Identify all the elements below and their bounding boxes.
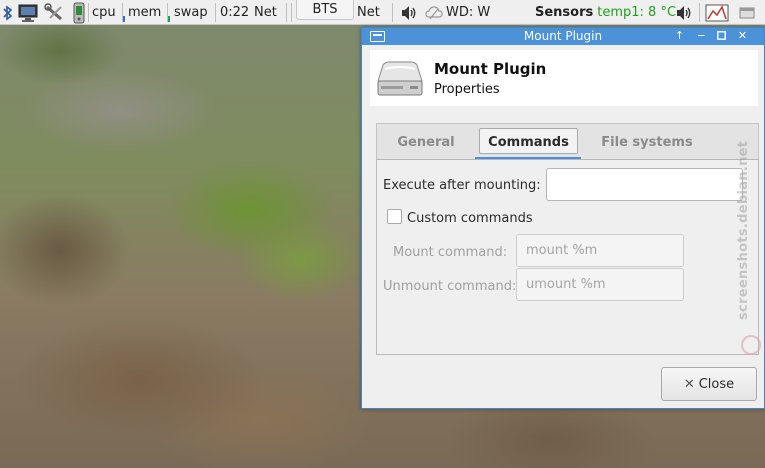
bts-label: BTS — [312, 2, 338, 17]
mount-command-input[interactable]: mount %m — [516, 234, 684, 267]
swap-graph — [168, 16, 170, 22]
tab-notebook: General Commands File systems Execute af… — [376, 123, 759, 355]
phone-icon[interactable] — [72, 0, 86, 25]
volume-icon-2[interactable] — [675, 0, 693, 25]
panel-separator — [215, 3, 216, 22]
mem-label: mem — [128, 5, 162, 20]
mem-graph — [123, 16, 125, 22]
close-button-label: Close — [698, 376, 735, 392]
weather-icon[interactable] — [425, 0, 443, 25]
panel-separator — [291, 3, 292, 22]
weather-label: WD: W — [446, 5, 491, 20]
harddisk-icon — [377, 61, 423, 96]
chart-app-icon[interactable] — [705, 0, 729, 25]
watermark-text: screenshots.debian.net — [736, 141, 751, 320]
mem-monitor[interactable]: mem — [126, 0, 163, 25]
header-title: Mount Plugin — [434, 60, 547, 78]
cpu-label: cpu — [92, 5, 116, 20]
mount-plugin-dialog: Mount Plugin ↑ − ✕ Mount Plugin Properti… — [361, 27, 765, 409]
clock[interactable]: 0:22 — [218, 0, 251, 25]
tab-general[interactable]: General — [383, 124, 469, 160]
net-label: Net — [254, 5, 277, 20]
bluetooth-icon[interactable] — [2, 0, 14, 25]
panel-separator — [699, 3, 700, 22]
unmount-command-label: Unmount command: — [383, 279, 517, 294]
net-monitor[interactable]: Net — [252, 0, 279, 25]
panel-separator — [392, 3, 393, 22]
shade-icon[interactable]: ↑ — [672, 29, 687, 43]
sensor-reading: temp1: 8 °C — [597, 5, 677, 20]
close-x-icon: ✕ — [683, 376, 695, 392]
mount-command-label: Mount command: — [393, 245, 508, 260]
sensors-label: Sensors — [535, 5, 594, 20]
tab-commands[interactable]: Commands — [479, 124, 578, 160]
tab-strip: General Commands File systems — [376, 123, 759, 160]
watermark-logo — [741, 335, 761, 355]
computer-icon[interactable] — [16, 0, 42, 25]
close-icon[interactable]: ✕ — [735, 29, 750, 43]
tools-icon[interactable] — [44, 0, 66, 25]
swap-label: swap — [174, 5, 208, 20]
panel-separator — [286, 3, 287, 22]
net-label-2: Net — [357, 5, 380, 20]
dialog-header: Mount Plugin Properties — [370, 50, 758, 106]
bts-button[interactable]: BTS — [296, 0, 354, 20]
execute-after-mounting-input[interactable] — [546, 168, 743, 201]
titlebar[interactable]: Mount Plugin ↑ − ✕ — [362, 28, 764, 45]
minimize-icon[interactable]: − — [694, 29, 709, 43]
execute-after-mounting-label: Execute after mounting: — [383, 178, 541, 193]
swap-monitor[interactable]: swap — [172, 0, 210, 25]
tab-file-systems[interactable]: File systems — [587, 124, 707, 160]
panel-separator — [88, 3, 89, 22]
net-monitor-2[interactable]: Net — [355, 0, 382, 25]
commands-page: Execute after mounting: Custom commands … — [376, 159, 759, 355]
sensors-plugin[interactable]: Sensors temp1: 8 °C — [533, 0, 678, 25]
header-subtitle: Properties — [434, 82, 500, 97]
unmount-command-input[interactable]: umount %m — [516, 268, 684, 301]
weather-reading[interactable]: WD: W — [444, 0, 492, 25]
custom-commands-checkbox[interactable] — [387, 209, 402, 224]
show-desktop-icon[interactable] — [739, 0, 755, 25]
clock-label: 0:22 — [220, 5, 250, 20]
volume-icon[interactable] — [400, 0, 418, 25]
custom-commands-label: Custom commands — [407, 211, 533, 226]
cpu-monitor[interactable]: cpu — [90, 0, 118, 25]
close-button[interactable]: ✕ Close — [661, 367, 757, 401]
maximize-icon[interactable] — [714, 29, 729, 43]
top-panel: cpu mem swap 0:22 Net BTS Net WD: W Sens… — [0, 0, 765, 25]
